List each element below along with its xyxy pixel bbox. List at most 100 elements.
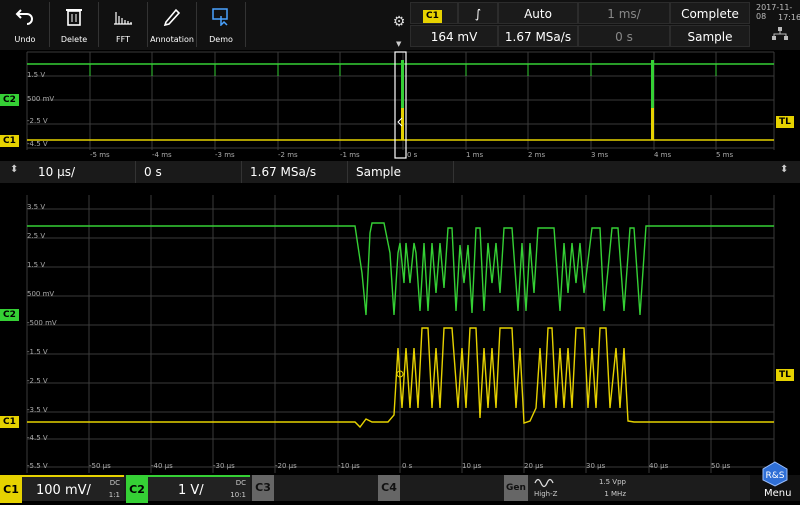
demo-button[interactable]: Demo	[197, 2, 246, 47]
zoom-c1-marker[interactable]: C1	[0, 416, 19, 428]
expand-arrows-right-icon[interactable]: ⬍	[780, 164, 788, 175]
overview-x-label: -3 ms	[215, 151, 235, 159]
dropdown-arrow-icon[interactable]: ▼	[396, 40, 401, 48]
overview-y-label: 1.5 V	[27, 71, 46, 79]
gen-tag: Gen	[504, 475, 528, 501]
overview-x-label: -2 ms	[278, 151, 298, 159]
overview-x-label: 5 ms	[716, 151, 734, 159]
zoom-y-label: 2.5 V	[27, 232, 46, 240]
channel-bar: C1 100 mV/ DC 1:1 C2 1 V/ DC 10:1 C3 C4 …	[0, 461, 800, 503]
overview-c1-marker[interactable]: C1	[0, 135, 19, 147]
undo-label: Undo	[14, 35, 36, 44]
time: 17:16	[778, 13, 800, 22]
overview-y-label: -4.5 V	[27, 140, 48, 148]
overview-x-label: 4 ms	[654, 151, 672, 159]
zoom-trigger-level-marker[interactable]: TL	[776, 369, 794, 381]
zoom-x-label: 10 µs	[462, 462, 482, 470]
channel-c4[interactable]: C4	[378, 475, 502, 501]
zoom-sample-rate[interactable]: 1.67 MSa/s	[242, 161, 348, 183]
acquisition-mode-top[interactable]: Sample	[670, 25, 750, 47]
zoom-x-label: 50 µs	[711, 462, 731, 470]
demo-icon	[212, 8, 228, 26]
zoom-y-label: 1.5 V	[27, 261, 46, 269]
channel-c1[interactable]: C1 100 mV/ DC 1:1	[0, 475, 124, 503]
zoom-x-label: -50 µs	[89, 462, 111, 470]
demo-label: Demo	[209, 35, 233, 44]
zoom-y-label: 500 mV	[27, 290, 55, 298]
gen-amplitude: 1.5 Vpp	[598, 478, 626, 486]
fft-icon	[114, 12, 132, 25]
overview-x-label: 2 ms	[528, 151, 546, 159]
zoom-plot	[26, 195, 775, 473]
zoom-y-label: -1.5 V	[27, 348, 48, 356]
zoom-x-label: -20 µs	[275, 462, 297, 470]
rs-logo-icon: R&S	[762, 461, 788, 487]
sine-wave-icon	[534, 478, 554, 488]
zoom-x-label: 20 µs	[524, 462, 544, 470]
annotation-label: Annotation	[150, 35, 194, 44]
pen-icon	[163, 8, 181, 26]
overview-x-label: 3 ms	[591, 151, 609, 159]
overview-x-label: -5 ms	[90, 151, 110, 159]
trigger-slope[interactable]: ∫	[458, 2, 498, 24]
menu-button[interactable]: R&S Menu	[750, 461, 800, 501]
trigger-source-badge: C1	[423, 10, 442, 23]
annotation-button[interactable]: Annotation	[148, 2, 197, 47]
overview-x-label: 1 ms	[466, 151, 484, 159]
c2-probe: 10:1	[230, 491, 246, 499]
zoom-info-bar: ⬍ 10 µs/ 0 s 1.67 MSa/s Sample ⬍	[0, 161, 800, 183]
fft-label: FFT	[116, 35, 130, 44]
overview-x-label: 0 s	[407, 151, 418, 159]
c2-tag: C2	[126, 477, 148, 503]
zoom-y-label: -5.5 V	[27, 462, 48, 470]
c2-coupling: DC	[235, 479, 246, 487]
generator[interactable]: Gen High-Z 1.5 Vpp 1 MHz	[504, 475, 630, 501]
zoom-x-label: -40 µs	[151, 462, 173, 470]
timebase-top[interactable]: 1 ms/	[578, 2, 670, 24]
trigger-source[interactable]: C1	[410, 2, 458, 24]
overview-y-label: 500 mV	[27, 95, 55, 103]
delete-label: Delete	[60, 35, 88, 44]
c4-tag: C4	[378, 475, 400, 501]
overview-plot	[26, 51, 775, 159]
delete-button[interactable]: Delete	[50, 2, 99, 47]
zoom-y-label: -4.5 V	[27, 434, 48, 442]
overview-waveform-area[interactable]: 1.5 V 500 mV -2.5 V -4.5 V -5 ms -4 ms -…	[0, 50, 800, 161]
zoom-x-label: 30 µs	[586, 462, 606, 470]
zoom-x-label: -10 µs	[338, 462, 360, 470]
trigger-level[interactable]: 164 mV	[410, 25, 498, 47]
undo-icon	[15, 9, 33, 25]
menu-label: Menu	[764, 488, 792, 499]
zoom-y-label: -3.5 V	[27, 406, 48, 414]
settings-gear-icon[interactable]: ⚙	[390, 14, 408, 32]
c1-coupling: DC	[109, 479, 120, 487]
zoom-x-label: 0 s	[402, 462, 413, 470]
channel-c3[interactable]: C3	[252, 475, 376, 501]
zoom-waveform-area[interactable]: 3.5 V 2.5 V 1.5 V 500 mV -500 mV -1.5 V …	[0, 183, 800, 475]
acquisition-status[interactable]: Complete	[670, 2, 750, 24]
zoom-acq-mode[interactable]: Sample	[348, 161, 454, 183]
zoom-timebase[interactable]: 10 µs/	[30, 161, 136, 183]
overview-x-label: -4 ms	[152, 151, 172, 159]
c3-tag: C3	[252, 475, 274, 501]
zoom-x-label: -30 µs	[213, 462, 235, 470]
position-top[interactable]: 0 s	[578, 25, 670, 47]
undo-button[interactable]: Undo	[1, 2, 50, 47]
expand-arrows-icon[interactable]: ⬍	[10, 164, 18, 175]
fft-button[interactable]: FFT	[99, 2, 148, 47]
network-icon	[772, 27, 788, 40]
trigger-mode[interactable]: Auto	[498, 2, 578, 24]
zoom-x-label: 40 µs	[649, 462, 669, 470]
sample-rate-top[interactable]: 1.67 MSa/s	[498, 25, 578, 47]
zoom-y-label: -2.5 V	[27, 377, 48, 385]
svg-text:R&S: R&S	[766, 471, 785, 481]
zoom-position[interactable]: 0 s	[136, 161, 242, 183]
trash-icon	[66, 9, 82, 26]
c1-tag: C1	[0, 477, 22, 503]
zoom-y-label: 3.5 V	[27, 203, 46, 211]
overview-trigger-level-marker[interactable]: TL	[776, 116, 794, 128]
zoom-c2-marker[interactable]: C2	[0, 309, 19, 321]
channel-c2[interactable]: C2 1 V/ DC 10:1	[126, 475, 250, 503]
overview-c2-marker[interactable]: C2	[0, 94, 19, 106]
c1-probe: 1:1	[108, 491, 120, 499]
